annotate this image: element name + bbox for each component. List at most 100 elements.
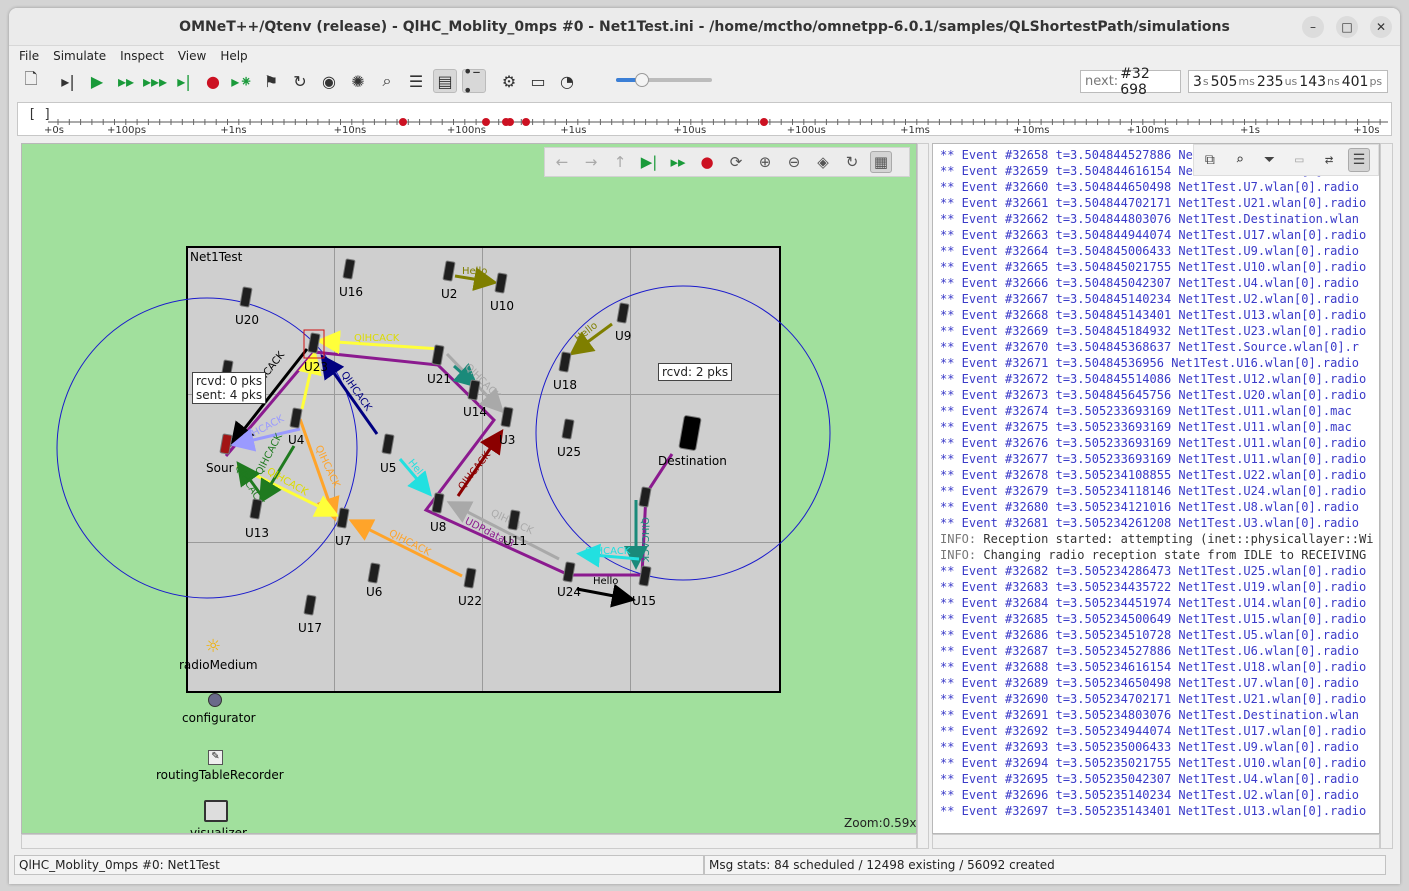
maximize-icon[interactable]: □ xyxy=(1336,16,1358,38)
module-log-icon[interactable]: ⇄ xyxy=(1318,148,1340,172)
log-pane[interactable]: ** Event #32658 t=3.504844527886 Net1Tes… xyxy=(932,143,1380,834)
messages-view-icon[interactable]: ☰ xyxy=(1347,148,1370,172)
configurator-icon[interactable] xyxy=(208,693,222,707)
timeline-event-marker[interactable] xyxy=(502,118,510,126)
log-event-line[interactable]: ** Event #32668 t=3.504845143401 Net1Tes… xyxy=(940,307,1366,323)
log-event-line[interactable]: ** Event #32676 t=3.505233693169 Net1Tes… xyxy=(940,435,1366,451)
log-event-line[interactable]: ** Event #32681 t=3.505234261208 Net1Tes… xyxy=(940,515,1359,531)
new-file-icon[interactable]: 🗋 xyxy=(19,69,43,93)
menu-simulate[interactable]: Simulate xyxy=(53,49,106,63)
minimize-icon[interactable]: – xyxy=(1302,16,1324,38)
fast-run-icon[interactable]: ▸▸ xyxy=(114,69,138,93)
log-event-line[interactable]: ** Event #32662 t=3.504844803076 Net1Tes… xyxy=(940,211,1359,227)
log-event-line[interactable]: ** Event #32690 t=3.505234702171 Net1Tes… xyxy=(940,691,1366,707)
settings-log-icon[interactable]: ▭ xyxy=(1288,148,1310,172)
find-log-icon[interactable]: ⌕ xyxy=(1229,148,1251,172)
log-event-line[interactable]: ** Event #32672 t=3.504845514086 Net1Tes… xyxy=(940,371,1366,387)
log-event-line[interactable]: ** Event #32666 t=3.504845042307 Net1Tes… xyxy=(940,275,1359,291)
routing-table-icon[interactable]: ✎ xyxy=(208,750,223,765)
log-event-line[interactable]: ** Event #32665 t=3.504845021755 Net1Tes… xyxy=(940,259,1366,275)
camera-icon[interactable]: ▭ xyxy=(526,69,550,93)
log-event-line[interactable]: ** Event #32685 t=3.505234500649 Net1Tes… xyxy=(940,611,1366,627)
speed-slider[interactable] xyxy=(616,73,712,87)
log-vertical-scrollbar[interactable] xyxy=(1380,143,1393,849)
layout-list-icon[interactable]: ☰ xyxy=(404,69,428,93)
step-icon[interactable]: ▸| xyxy=(56,69,80,93)
log-event-line[interactable]: ** Event #32696 t=3.505235140234 Net1Tes… xyxy=(940,787,1359,803)
log-event-line[interactable]: ** Event #32678 t=3.505234108855 Net1Tes… xyxy=(940,467,1366,483)
log-event-line[interactable]: ** Event #32680 t=3.505234121016 Net1Tes… xyxy=(940,499,1359,515)
log-event-line[interactable]: ** Event #32697 t=3.505235143401 Net1Tes… xyxy=(940,803,1366,819)
log-event-line[interactable]: ** Event #32663 t=3.504844944074 Net1Tes… xyxy=(940,227,1366,243)
speed-slider-knob[interactable] xyxy=(634,73,649,87)
log-event-line[interactable]: ** Event #32674 t=3.505233693169 Net1Tes… xyxy=(940,403,1352,419)
log-horizontal-scrollbar[interactable] xyxy=(932,834,1380,849)
forward-icon[interactable]: → xyxy=(580,151,602,173)
log-event-line[interactable]: ** Event #32667 t=3.504845140234 Net1Tes… xyxy=(940,291,1359,307)
log-event-line[interactable]: ** Event #32661 t=3.504844702171 Net1Tes… xyxy=(940,195,1366,211)
log-event-line[interactable]: ** Event #32679 t=3.505234118146 Net1Tes… xyxy=(940,483,1366,499)
zoom-in-icon[interactable]: ⊕ xyxy=(754,151,776,173)
canvas-horizontal-scrollbar[interactable] xyxy=(21,834,917,849)
log-event-line[interactable]: ** Event #32673 t=3.504845645756 Net1Tes… xyxy=(940,387,1366,403)
log-event-line[interactable]: ** Event #32664 t=3.504845006433 Net1Tes… xyxy=(940,243,1359,259)
log-event-line[interactable]: ** Event #32677 t=3.505233693169 Net1Tes… xyxy=(940,451,1366,467)
layout-timeline-icon[interactable]: •–• xyxy=(462,62,486,100)
menu-file[interactable]: File xyxy=(19,49,39,63)
timeline-event-marker[interactable] xyxy=(482,118,490,126)
radio-medium-icon[interactable]: ☼ xyxy=(205,636,221,657)
log-event-line[interactable]: ** Event #32671 t=3.50484536956 Net1Test… xyxy=(940,355,1359,371)
filter-icon[interactable]: ⏷ xyxy=(1259,148,1281,172)
back-icon[interactable]: ← xyxy=(551,151,573,173)
log-info-line[interactable]: INFO: Reception started: attempting (ine… xyxy=(940,531,1373,547)
log-event-line[interactable]: ** Event #32682 t=3.505234286473 Net1Tes… xyxy=(940,563,1366,579)
log-event-line[interactable]: ** Event #32695 t=3.505235042307 Net1Tes… xyxy=(940,771,1359,787)
record-icon[interactable]: ◉ xyxy=(317,69,341,93)
fast-local-icon[interactable]: ▸▸ xyxy=(667,151,689,173)
log-event-line[interactable]: ** Event #32683 t=3.505234435722 Net1Tes… xyxy=(940,579,1366,595)
canvas-vertical-scrollbar[interactable] xyxy=(917,143,929,849)
menu-help[interactable]: Help xyxy=(220,49,247,63)
timeline-event-marker[interactable] xyxy=(399,118,407,126)
rebuild-icon[interactable]: ▸⁕ xyxy=(230,69,254,93)
visualizer-icon[interactable] xyxy=(204,800,228,822)
stop-icon[interactable]: ● xyxy=(201,69,225,93)
refresh-icon[interactable]: ↻ xyxy=(288,69,312,93)
log-event-line[interactable]: ** Event #32694 t=3.505235021755 Net1Tes… xyxy=(940,755,1366,771)
debug-icon[interactable]: ✺ xyxy=(346,69,370,93)
log-event-line[interactable]: ** Event #32670 t=3.504845368637 Net1Tes… xyxy=(940,339,1359,355)
run-local-icon[interactable]: ▶| xyxy=(638,151,660,173)
log-info-line[interactable]: INFO: Changing radio reception state fro… xyxy=(940,547,1366,563)
find-icon[interactable]: ⌕ xyxy=(375,69,399,93)
timeline-event-marker[interactable] xyxy=(522,118,530,126)
timeline[interactable]: [ ] +0s +100ps +1ns +10ns +100ns +1us +10us +10… xyxy=(17,102,1392,136)
express-run-icon[interactable]: ▸▸▸ xyxy=(143,69,167,93)
log-event-line[interactable]: ** Event #32691 t=3.505234803076 Net1Tes… xyxy=(940,707,1359,723)
3d-icon[interactable]: ↻ xyxy=(841,151,863,173)
log-event-line[interactable]: ** Event #32669 t=3.504845184932 Net1Tes… xyxy=(940,323,1366,339)
log-event-line[interactable]: ** Event #32689 t=3.505234650498 Net1Tes… xyxy=(940,675,1359,691)
flag-icon[interactable]: ⚑ xyxy=(259,69,283,93)
relayout-icon[interactable]: ⟳ xyxy=(725,151,747,173)
run-until-icon[interactable]: ▸| xyxy=(172,69,196,93)
close-icon[interactable]: ✕ xyxy=(1370,16,1392,38)
log-event-line[interactable]: ** Event #32693 t=3.505235006433 Net1Tes… xyxy=(940,739,1359,755)
log-event-line[interactable]: ** Event #32686 t=3.505234510728 Net1Tes… xyxy=(940,627,1359,643)
log-event-line[interactable]: ** Event #32688 t=3.505234616154 Net1Tes… xyxy=(940,659,1366,675)
log-event-line[interactable]: ** Event #32660 t=3.504844650498 Net1Tes… xyxy=(940,179,1359,195)
log-event-line[interactable]: ** Event #32675 t=3.505233693169 Net1Tes… xyxy=(940,419,1352,435)
log-event-line[interactable]: ** Event #32687 t=3.505234527886 Net1Tes… xyxy=(940,643,1359,659)
layout-split-icon[interactable]: ▤ xyxy=(433,69,457,93)
zoom-out-icon[interactable]: ⊖ xyxy=(783,151,805,173)
stop-local-icon[interactable]: ● xyxy=(696,151,718,173)
up-icon[interactable]: ↑ xyxy=(609,151,631,173)
canvas-mode-icon[interactable]: ▦ xyxy=(870,151,892,173)
log-event-line[interactable]: ** Event #32692 t=3.505234944074 Net1Tes… xyxy=(940,723,1366,739)
settings-icon[interactable]: ⚙ xyxy=(497,69,521,93)
copy-icon[interactable]: ⧉ xyxy=(1199,148,1221,172)
layers-icon[interactable]: ◈ xyxy=(812,151,834,173)
menu-view[interactable]: View xyxy=(178,49,206,63)
network-canvas[interactable]: Net1Test Hello Hello QlHCACK QlHCACK QlH… xyxy=(21,143,917,834)
timeline-event-marker[interactable] xyxy=(760,118,768,126)
run-icon[interactable]: ▶ xyxy=(85,69,109,93)
